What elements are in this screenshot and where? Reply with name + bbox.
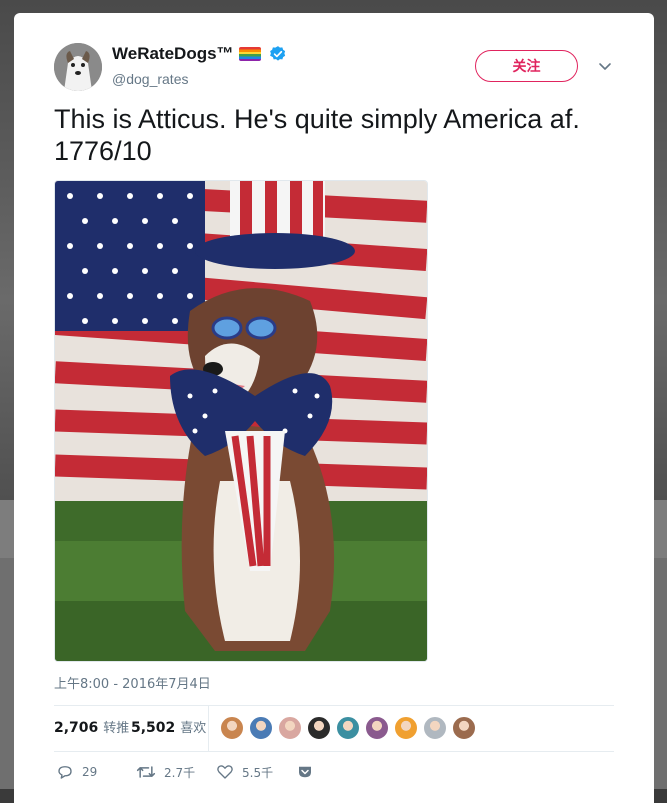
reply-count: 29 xyxy=(82,765,98,779)
like-stat[interactable]: 5,502 喜欢 xyxy=(131,717,206,736)
display-name-text[interactable]: WeRateDogs™ xyxy=(112,44,234,64)
user-handle[interactable]: @dog_rates xyxy=(112,71,188,87)
like-action-count: 5.5千 xyxy=(242,765,274,780)
retweet-count: 2,706 xyxy=(54,720,99,736)
rainbow-flag-icon xyxy=(238,47,261,61)
retweet-stat[interactable]: 2,706 转推 xyxy=(54,717,129,736)
like-action[interactable]: 5.5千 xyxy=(216,763,273,781)
liker-avatar[interactable] xyxy=(365,716,389,740)
retweet-icon xyxy=(136,766,156,778)
retweet-label: 转推 xyxy=(103,721,130,736)
liker-avatar[interactable] xyxy=(278,716,302,740)
liker-avatars xyxy=(220,716,476,740)
reply-action[interactable]: 29 xyxy=(56,763,97,781)
liker-avatar[interactable] xyxy=(249,716,273,740)
display-name[interactable]: WeRateDogs™ xyxy=(112,44,287,64)
tweet-photo[interactable] xyxy=(54,180,428,662)
stats-bottom-divider xyxy=(54,751,614,752)
liker-avatar[interactable] xyxy=(423,716,447,740)
like-label: 喜欢 xyxy=(180,721,207,736)
avatar[interactable] xyxy=(54,43,102,91)
follow-button[interactable]: 关注 xyxy=(475,50,578,82)
heart-icon xyxy=(217,765,233,779)
retweet-action[interactable]: 2.7千 xyxy=(136,763,195,781)
liker-avatar[interactable] xyxy=(394,716,418,740)
verified-badge-icon xyxy=(269,46,285,61)
retweet-action-count: 2.7千 xyxy=(164,765,196,780)
tweet-permalink-modal: WeRateDogs™ @dog_rates 关注 This is Atticu… xyxy=(14,13,654,803)
direct-message-action[interactable] xyxy=(296,763,314,781)
liker-avatar[interactable] xyxy=(220,716,244,740)
direct-message-icon xyxy=(299,766,311,778)
tweet-stats: 2,706 转推 5,502 喜欢 xyxy=(54,705,614,751)
liker-avatar[interactable] xyxy=(307,716,331,740)
liker-avatar[interactable] xyxy=(336,716,360,740)
tweet-actions: 29 2.7千 5.5千 xyxy=(54,763,614,787)
dog-in-patriotic-costume-image xyxy=(55,181,427,661)
tweet-text-line: 1776/10 xyxy=(54,136,152,166)
tweet-text-line: This is Atticus. He's quite simply Ameri… xyxy=(54,104,580,134)
tweet-text: This is Atticus. He's quite simply Ameri… xyxy=(54,103,624,167)
stats-separator xyxy=(208,705,209,751)
like-count: 5,502 xyxy=(131,720,176,736)
reply-icon xyxy=(58,766,72,779)
tweet-timestamp[interactable]: 上午8:00 - 2016年7月4日 xyxy=(54,673,211,692)
liker-avatar[interactable] xyxy=(452,716,476,740)
chevron-down-icon[interactable] xyxy=(597,58,613,74)
